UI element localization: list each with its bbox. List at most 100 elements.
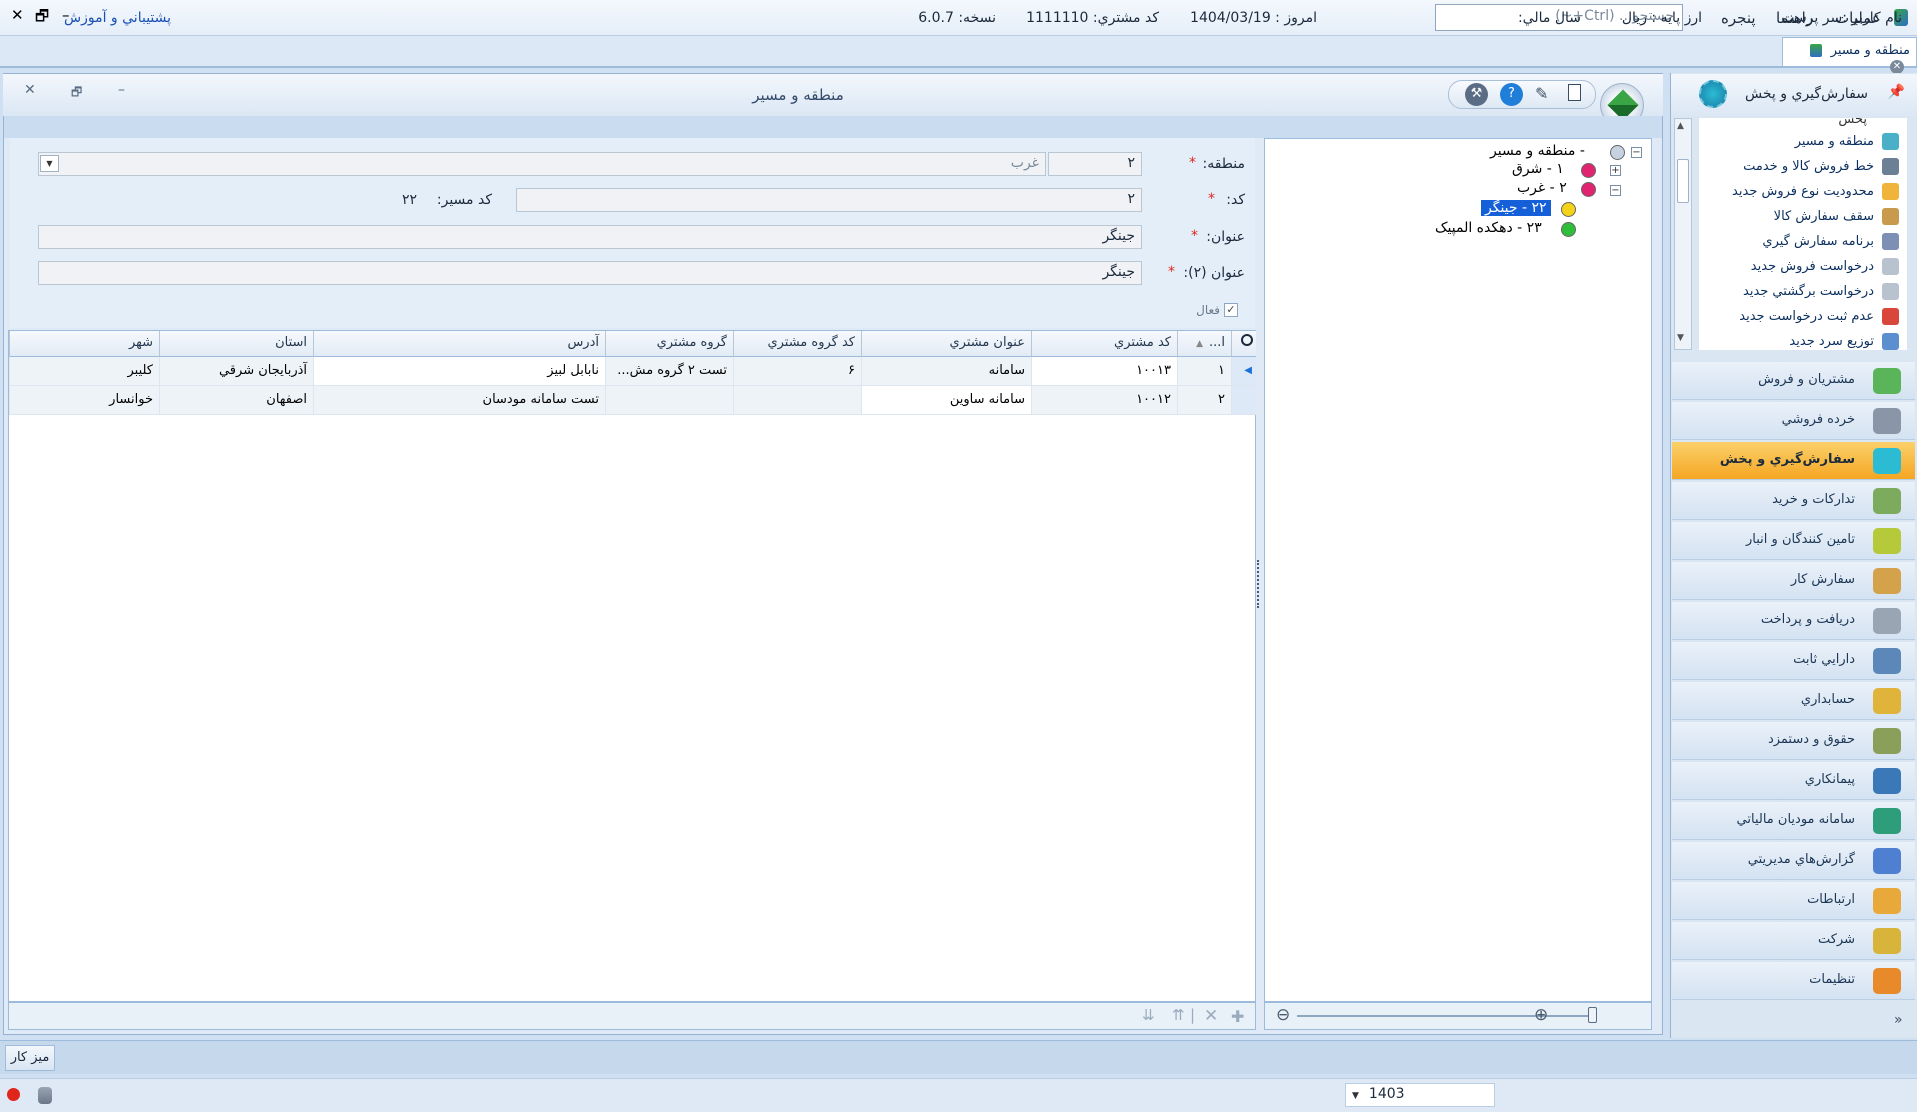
add-row-icon[interactable]: ✚ — [1231, 1007, 1244, 1026]
customer-grid: ا...▲ کد مشتري عنوان مشتري کد گروه مشتري… — [8, 330, 1256, 1002]
window-minimize-icon[interactable]: – — [118, 82, 125, 98]
module-settings[interactable]: تنظيمات — [1672, 962, 1915, 1000]
edit-icon[interactable]: ✎ — [1535, 84, 1548, 103]
status-bar — [0, 1078, 1917, 1112]
code-field[interactable]: ۲ — [516, 188, 1142, 212]
module-distribution[interactable]: سفارش‌گيري و پخش — [1672, 442, 1915, 480]
module-contracting[interactable]: پيمانکاري — [1672, 762, 1915, 800]
module-fixed-assets[interactable]: دارايي ثابت — [1672, 642, 1915, 680]
tree-zoom-bar: ⊖ ⊕ — [1264, 1002, 1652, 1030]
pin-icon[interactable]: 📌 — [1888, 84, 1905, 100]
globe-icon — [1610, 145, 1625, 160]
scroll-down-icon[interactable]: ▼ — [1677, 333, 1684, 343]
fiscal-year-select[interactable]: ▼ 1403 — [1345, 1083, 1495, 1107]
module-work-order[interactable]: سفارش کار — [1672, 562, 1915, 600]
doc-tab-region-route[interactable]: منطقه و مسير ✕ — [1782, 37, 1917, 74]
splitter-handle[interactable] — [1257, 560, 1260, 608]
title-field[interactable]: جينگر — [38, 225, 1142, 249]
nav-subitem[interactable]: محدوديت نوع فروش جديد — [1732, 183, 1899, 200]
notification-icon[interactable] — [7, 1088, 20, 1101]
retail-icon — [1873, 408, 1901, 434]
window-title-bar: منطقه و مسير — [3, 74, 1663, 116]
active-checkbox[interactable]: ✓ — [1224, 303, 1238, 317]
route-code-label: کد مسير: — [436, 192, 492, 208]
col-header-province[interactable]: استان — [159, 331, 313, 357]
zoom-slider-thumb[interactable] — [1588, 1007, 1597, 1023]
region-dropdown-button[interactable]: ▼ — [40, 155, 59, 172]
region-code-field[interactable]: ۲ — [1048, 152, 1142, 176]
module-procurement[interactable]: تدارکات و خريد — [1672, 482, 1915, 520]
support-link[interactable]: پشتيباني و آموزش — [64, 10, 171, 26]
tree-node-west[interactable]: ۲ - غرب — [1517, 180, 1567, 196]
zoom-out-icon[interactable]: ⊖ — [1276, 1005, 1290, 1025]
module-company[interactable]: شرکت — [1672, 922, 1915, 960]
nav-subitem[interactable]: سقف سفارش کالا — [1774, 208, 1899, 225]
module-communications[interactable]: ارتباطات — [1672, 882, 1915, 920]
module-retail[interactable]: خرده فروشي — [1672, 402, 1915, 440]
tree-root[interactable]: - منطقه و مسير — [1490, 143, 1585, 159]
tree-node-olympic[interactable]: ۲۳ - دهکده المپیک — [1435, 220, 1542, 236]
window-restore-icon[interactable]: 🗗 — [71, 83, 82, 104]
nav-list-scrollbar[interactable]: ▲ ▼ — [1674, 118, 1692, 350]
module-accounting[interactable]: حسابداري — [1672, 682, 1915, 720]
grid-footer: ✚ ✕ | ⇈ ⇊ — [8, 1002, 1256, 1030]
module-receive-pay[interactable]: دريافت و پرداخت — [1672, 602, 1915, 640]
tools-icon[interactable]: ⚒ — [1465, 83, 1488, 106]
nav-subitem[interactable]: برنامه سفارش گيري — [1762, 233, 1899, 250]
required-mark: * — [1189, 155, 1196, 171]
module-tax-system[interactable]: سامانه موديان مالياتي — [1672, 802, 1915, 840]
col-header-index[interactable]: ا...▲ — [1177, 331, 1231, 357]
new-document-icon[interactable] — [1568, 84, 1581, 101]
delete-row-icon[interactable]: ✕ — [1204, 1006, 1218, 1026]
window-close-icon[interactable]: ✕ — [24, 82, 36, 98]
col-header-city[interactable]: شهر — [9, 331, 159, 357]
col-header-customer-name[interactable]: عنوان مشتري — [861, 331, 1031, 357]
nav-subitem[interactable]: درخواست برگشتي جديد — [1743, 283, 1899, 300]
window-title: منطقه و مسير — [752, 86, 844, 104]
menu-window[interactable]: پنجره — [1721, 9, 1756, 27]
title2-label: عنوان (۲): — [1183, 265, 1245, 281]
col-header-customer-code[interactable]: کد مشتري — [1031, 331, 1177, 357]
module-payroll[interactable]: حقوق و دستمزد — [1672, 722, 1915, 760]
cell-address: تست سامانه مودسان — [313, 386, 605, 415]
row-pointer-icon: ◀ — [1231, 357, 1256, 386]
desktop-button[interactable]: ميز کار — [5, 1045, 55, 1071]
scroll-up-icon[interactable]: ▲ — [1677, 121, 1684, 131]
module-reports[interactable]: گزارش‌هاي مديريتي — [1672, 842, 1915, 880]
collapse-icon[interactable]: − — [1631, 147, 1642, 158]
grid-search-icon[interactable] — [1231, 331, 1256, 357]
cell-address: نابابل لبيز — [313, 357, 605, 386]
col-header-group-code[interactable]: کد گروه مشتري — [733, 331, 861, 357]
app-close-icon[interactable]: ✕ — [11, 6, 24, 24]
nav-subitem[interactable]: منطقه و مسير — [1795, 133, 1899, 150]
col-header-group[interactable]: گروه مشتري — [605, 331, 733, 357]
nav-subitem[interactable]: عدم ثبت درخواست جديد — [1739, 308, 1899, 325]
nav-subitem[interactable]: توزيع سرد جديد — [1789, 333, 1899, 350]
customers-icon — [1873, 368, 1901, 394]
window-subheader — [4, 116, 1662, 138]
nav-subitem[interactable]: درخواست فروش جديد — [1751, 258, 1899, 275]
tree-node-east[interactable]: ۱ - شرق — [1512, 161, 1564, 177]
help-icon[interactable]: ? — [1500, 83, 1523, 106]
zoom-slider-track[interactable] — [1297, 1015, 1597, 1017]
nav-subitem[interactable]: خط فروش کالا و خدمت — [1743, 158, 1899, 175]
module-customers-sales[interactable]: مشتريان و فروش — [1672, 362, 1915, 400]
move-up-icon[interactable]: ⇈ — [1172, 1006, 1185, 1024]
module-suppliers-warehouse[interactable]: تامين کنندگان و انبار — [1672, 522, 1915, 560]
region-name-field[interactable]: غرب — [38, 152, 1046, 176]
required-mark: * — [1208, 191, 1215, 207]
expand-icon[interactable]: + — [1610, 165, 1621, 176]
app-restore-icon[interactable]: 🗗 — [35, 6, 49, 31]
work-order-icon — [1873, 568, 1901, 594]
zoom-in-icon[interactable]: ⊕ — [1534, 1005, 1548, 1025]
tree-node-selected[interactable]: ۲۲ - جينگر — [1481, 200, 1551, 216]
nav-expand-icon[interactable]: » — [1894, 1012, 1903, 1028]
doc-tab-close-icon[interactable]: ✕ — [1890, 60, 1904, 74]
scroll-thumb[interactable] — [1677, 159, 1689, 203]
list-item-header: پخش — [1838, 118, 1867, 127]
title2-field[interactable]: جينگر — [38, 261, 1142, 285]
col-header-address[interactable]: آدرس — [313, 331, 605, 357]
status-version: نسخه: 6.0.7 — [918, 10, 996, 26]
move-down-icon[interactable]: ⇊ — [1142, 1006, 1155, 1024]
collapse-icon[interactable]: − — [1610, 185, 1621, 196]
